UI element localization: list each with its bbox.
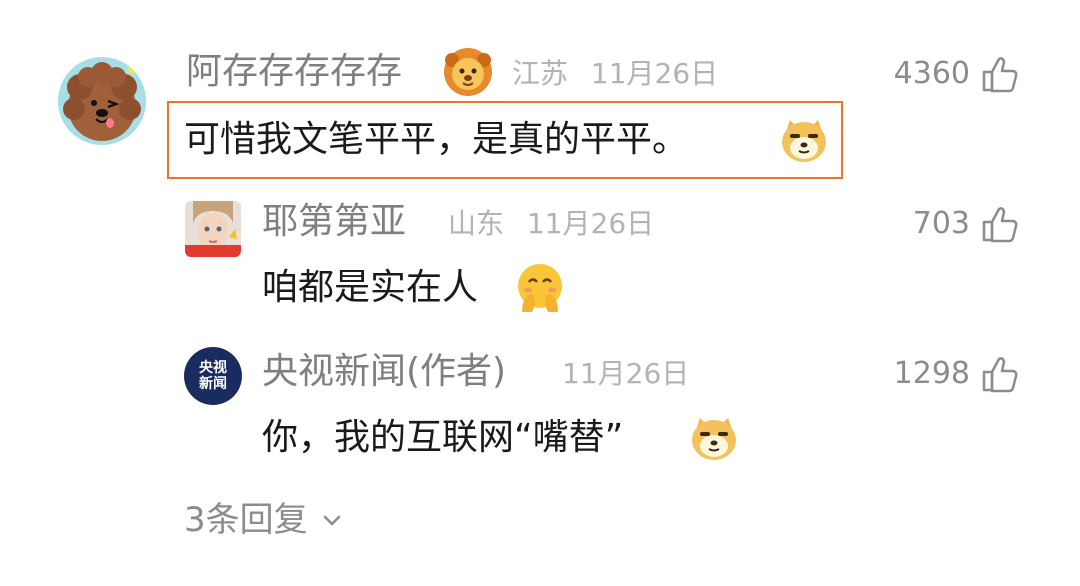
reply-date: 11月26日 xyxy=(526,207,655,240)
avatar[interactable]: 央视 新闻 xyxy=(184,347,242,405)
doge-emoji-icon xyxy=(778,114,830,166)
comment-author-name[interactable]: 阿存存存存存 xyxy=(186,51,402,92)
comment-meta: 江苏 11月26日 xyxy=(512,52,718,96)
avatar-text: 央视 xyxy=(199,360,227,376)
reply-author-name[interactable]: 耶第第亚 xyxy=(262,201,406,242)
comment-author[interactable]: 阿存存存存存 xyxy=(186,50,402,94)
comment-like-button[interactable]: 4360 xyxy=(894,52,1020,96)
more-replies-button[interactable]: 3条回复 xyxy=(184,498,344,542)
reply-meta: 山东 11月26日 xyxy=(448,202,654,246)
lion-emoji-icon xyxy=(442,46,494,98)
avatar-text: 新闻 xyxy=(199,376,227,392)
reply-like-button[interactable]: 1298 xyxy=(894,352,1020,396)
reply-date: 11月26日 xyxy=(562,357,690,390)
reply-text-content: 咱都是实在人 xyxy=(262,267,479,308)
thumbs-up-icon xyxy=(982,357,1018,393)
comment-text-content: 可惜我文笔平平，是真的平平。 xyxy=(184,119,689,160)
reply-meta: 11月26日 xyxy=(562,352,689,396)
doge-emoji-icon xyxy=(688,412,740,464)
comment-text: 可惜我文笔平平，是真的平平。 xyxy=(184,116,688,164)
reply-like-count: 703 xyxy=(912,206,970,241)
thumbs-up-icon xyxy=(982,57,1018,93)
poodle-avatar-icon xyxy=(58,57,146,145)
reply-author-name[interactable]: 央视新闻(作者) xyxy=(262,351,506,392)
face-hand-over-mouth-emoji-icon xyxy=(514,262,566,314)
child-photo-avatar-icon xyxy=(185,201,241,257)
reply-author[interactable]: 央视新闻(作者) xyxy=(262,350,506,394)
thumbs-up-icon xyxy=(982,207,1018,243)
comment-thread: 阿存存存存存 江苏 11月26日 4360 可惜我文笔平平，是真的平平。 耶第第… xyxy=(0,0,1080,586)
reply-text-content: 你，我的互联网“嘴替” xyxy=(262,417,624,458)
reply-author[interactable]: 耶第第亚 xyxy=(262,200,406,244)
avatar[interactable] xyxy=(58,57,146,145)
comment-date: 11月26日 xyxy=(590,57,719,90)
reply-text: 咱都是实在人 xyxy=(262,264,478,312)
comment-like-count: 4360 xyxy=(893,56,970,91)
chevron-down-icon xyxy=(323,515,340,526)
reply-location: 山东 xyxy=(448,207,505,240)
reply-like-button[interactable]: 703 xyxy=(913,202,1020,246)
avatar[interactable] xyxy=(185,201,241,257)
reply-like-count: 1298 xyxy=(893,356,970,391)
more-replies-label: 3条回复 xyxy=(184,500,308,540)
reply-text: 你，我的互联网“嘴替” xyxy=(262,414,623,462)
comment-location: 江苏 xyxy=(512,57,569,90)
